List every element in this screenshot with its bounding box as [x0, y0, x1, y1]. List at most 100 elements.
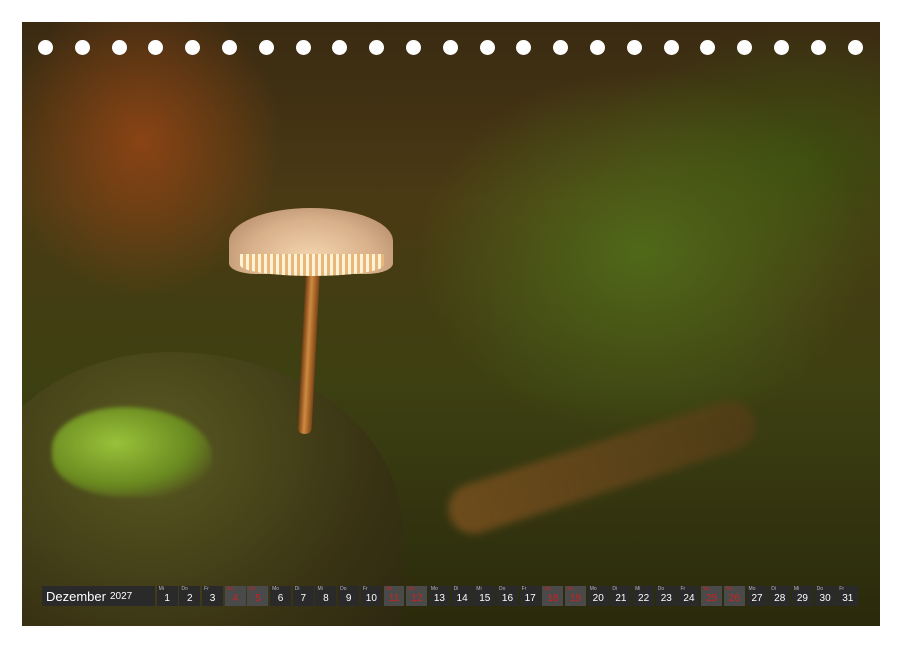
binding-hole	[369, 40, 385, 55]
day-number: 17	[524, 593, 536, 604]
day-number: 23	[660, 593, 672, 604]
binding-hole	[148, 40, 164, 55]
day-cell: Mi 8	[315, 586, 337, 606]
day-cell: So 5	[247, 586, 269, 606]
weekday-label: Mo	[272, 586, 280, 592]
day-number: 22	[638, 593, 650, 604]
day-cell: Mi 1	[156, 586, 178, 606]
binding-hole	[626, 40, 642, 55]
weekday-label: Do	[498, 586, 506, 592]
binding-hole	[847, 40, 863, 55]
weekday-label: Fr	[204, 586, 209, 592]
day-number: 5	[255, 593, 261, 604]
day-number: 11	[388, 593, 400, 604]
day-number: 19	[569, 593, 582, 604]
day-cell: Mi 29	[791, 586, 813, 606]
binding-hole	[516, 40, 532, 55]
day-cell: Fr 17	[519, 586, 541, 606]
binding-hole	[590, 40, 605, 55]
day-number: 30	[819, 593, 831, 604]
day-cell: Do 30	[814, 586, 836, 606]
day-number: 3	[209, 593, 216, 604]
day-cell: Mo 6	[270, 586, 292, 606]
binding-hole	[442, 40, 458, 55]
day-number: 31	[842, 593, 854, 604]
day-number: 9	[345, 593, 352, 604]
binding-hole	[111, 40, 127, 55]
binding-hole	[479, 40, 495, 55]
weekday-label: Mi	[158, 586, 164, 592]
weekday-label: Mo	[589, 586, 597, 592]
weekday-label: Sa	[226, 586, 233, 592]
weekday-label: Mi	[317, 586, 323, 592]
day-cell: Sa 25	[701, 586, 723, 606]
day-cell: Mo 20	[587, 586, 609, 606]
day-number: 2	[187, 593, 193, 604]
day-cell: Fr 3	[202, 586, 223, 606]
binding-hole	[700, 40, 716, 55]
mossy-log	[22, 352, 402, 626]
calendar-bar: Dezember 2027 Mi 1 Do 2 Fr 3 Sa 4 So 5 Mo 6 Di 7 Mi 8 Do…	[42, 586, 860, 606]
day-number: 21	[615, 593, 627, 604]
weekday-label: Sa	[385, 586, 392, 592]
day-cell: Fr 10	[360, 586, 382, 606]
day-cell: So 12	[406, 586, 428, 606]
day-number: 29	[796, 593, 808, 604]
day-cell: Mi 22	[633, 586, 655, 606]
day-number: 4	[232, 593, 238, 604]
weekday-label: Mi	[793, 586, 800, 592]
weekday-label: Do	[181, 586, 188, 592]
weekday-label: Sa	[544, 586, 551, 592]
binding-hole	[222, 40, 237, 55]
binding-hole	[810, 40, 826, 55]
weekday-label: So	[725, 586, 732, 592]
weekday-label: Fr	[680, 586, 686, 592]
binding-hole	[332, 40, 348, 55]
day-cell: So 26	[723, 586, 745, 606]
binding-hole	[774, 40, 789, 55]
weekday-label: Di	[294, 586, 300, 592]
day-cell: Di 7	[292, 586, 314, 606]
weekday-label: Mi	[476, 586, 482, 592]
day-cell: Di 14	[451, 586, 473, 606]
weekday-label: Fr	[362, 586, 368, 592]
day-number: 26	[728, 593, 740, 604]
day-number: 28	[774, 593, 786, 604]
day-cell: Mi 15	[474, 586, 496, 606]
day-cell: Di 21	[610, 586, 632, 606]
day-number: 25	[706, 593, 718, 604]
binding-hole	[295, 40, 311, 55]
weekday-label: Di	[771, 586, 776, 592]
binding-hole	[38, 40, 53, 55]
binding-hole	[737, 40, 753, 55]
month-name: Dezember	[46, 588, 106, 604]
day-number: 10	[365, 593, 377, 604]
weekday-label: So	[408, 586, 415, 592]
day-number: 24	[683, 593, 695, 604]
weekday-label: So	[567, 586, 574, 592]
weekday-label: Sa	[703, 586, 710, 592]
weekday-label: Do	[657, 586, 665, 592]
weekday-label: Do	[816, 586, 824, 592]
weekday-label: Do	[340, 586, 347, 592]
day-cell: Do 23	[655, 586, 677, 606]
day-cell: So 19	[565, 586, 586, 606]
day-cell: Do 2	[179, 586, 201, 606]
weekday-label: Di	[612, 586, 618, 592]
binding-hole	[258, 40, 274, 55]
day-number: 20	[592, 593, 604, 604]
day-number: 13	[433, 593, 445, 604]
day-number: 15	[479, 593, 491, 604]
day-cell: Sa 18	[542, 586, 564, 606]
day-cell: Do 16	[496, 586, 518, 606]
weekday-label: Di	[453, 586, 459, 592]
day-number: 27	[751, 593, 763, 604]
mushroom-gills	[240, 254, 384, 276]
day-number: 1	[164, 593, 170, 604]
weekday-label: Fr	[521, 586, 527, 592]
weekday-label: So	[249, 586, 256, 592]
day-cell: Di 28	[769, 586, 791, 606]
day-number: 12	[411, 593, 423, 604]
binding-hole	[185, 40, 201, 55]
day-number: 14	[456, 593, 468, 604]
